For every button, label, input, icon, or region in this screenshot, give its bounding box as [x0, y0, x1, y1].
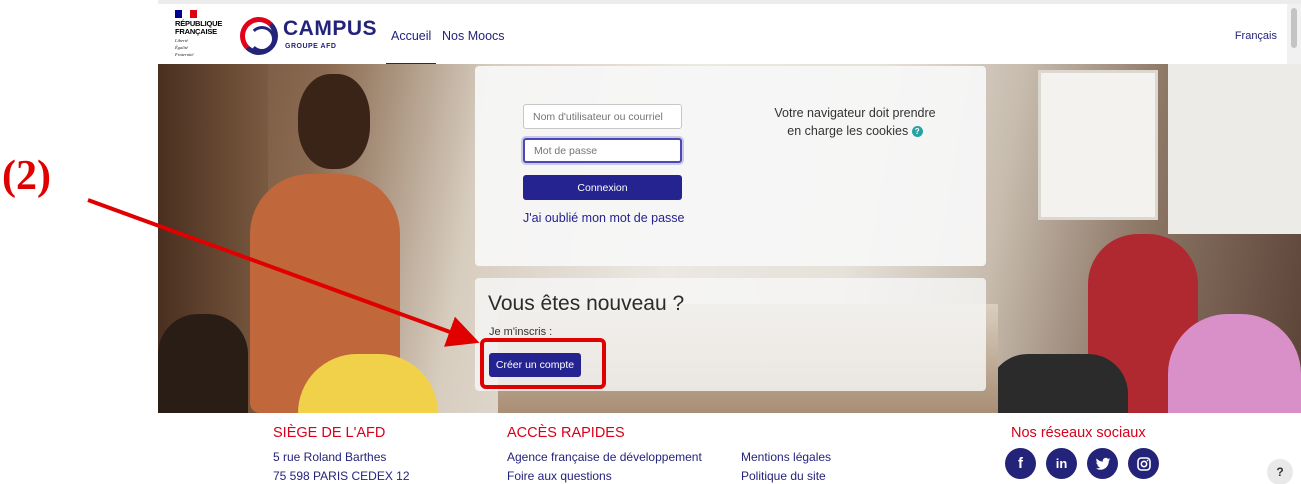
scrollbar[interactable] — [1287, 4, 1301, 64]
footer-address-line-2: 75 598 PARIS CEDEX 12 — [273, 469, 410, 483]
footer-social-title: Nos réseaux sociaux — [1011, 425, 1146, 441]
cookies-line-1: Votre navigateur doit prendre — [774, 106, 936, 120]
footer-acces-title: ACCÈS RAPIDES — [507, 425, 625, 441]
page: (2) RÉPUBLIQUE FRANÇAISE Liberté Égalité… — [0, 0, 1301, 484]
username-input[interactable] — [523, 104, 682, 129]
annotation-label: (2) — [2, 153, 51, 199]
photo-person-pink — [1168, 314, 1301, 413]
campus-brand-sub: GROUPE AFD — [285, 43, 337, 50]
republique-francaise-logo[interactable]: RÉPUBLIQUE FRANÇAISE Liberté Égalité Fra… — [175, 10, 231, 60]
footer-link-afd[interactable]: Agence française de développement — [507, 450, 702, 464]
site-footer: SIÈGE DE L'AFD 5 rue Roland Barthes 75 5… — [0, 413, 1301, 484]
footer-link-mentions[interactable]: Mentions légales — [741, 450, 831, 464]
cookies-line-2: en charge les cookies ? — [755, 122, 955, 140]
footer-link-politique[interactable]: Politique du site — [741, 469, 826, 483]
cookies-notice: Votre navigateur doit prendre en charge … — [755, 104, 955, 140]
nav-tab-accueil[interactable]: Accueil — [391, 29, 431, 43]
footer-link-faq[interactable]: Foire aux questions — [507, 469, 612, 483]
campus-brand-name: CAMPUS — [283, 17, 378, 40]
signup-title: Vous êtes nouveau ? — [488, 292, 685, 315]
rf-motto-2: Égalité — [175, 45, 188, 50]
campus-logo[interactable]: CAMPUS GROUPE AFD — [238, 13, 377, 57]
footer-siege-title: SIÈGE DE L'AFD — [273, 425, 386, 441]
annotation-highlight-box — [480, 338, 606, 389]
rf-name-line2: FRANÇAISE — [175, 27, 217, 36]
forgot-password-link[interactable]: J'ai oublié mon mot de passe — [523, 211, 685, 225]
login-button[interactable]: Connexion — [523, 175, 682, 200]
facebook-icon[interactable]: f — [1005, 448, 1036, 479]
photo-window — [1038, 70, 1158, 220]
footer-address-line-1: 5 rue Roland Barthes — [273, 450, 387, 464]
linkedin-icon[interactable]: in — [1046, 448, 1077, 479]
cookies-line-2-text: en charge les cookies — [787, 124, 909, 138]
language-selector[interactable]: Français — [1235, 30, 1277, 42]
rf-motto-3: Fraternité — [175, 52, 194, 57]
photo-window-right — [1168, 64, 1301, 234]
french-flag-icon — [175, 10, 197, 18]
help-icon[interactable]: ? — [911, 126, 923, 137]
photo-person-head — [298, 74, 370, 169]
photo-person-left — [158, 314, 248, 413]
photo-person-dark — [988, 354, 1128, 413]
help-button[interactable]: ? — [1267, 459, 1293, 484]
signup-subtitle: Je m'inscris : — [489, 326, 553, 338]
password-input[interactable] — [523, 138, 682, 163]
twitter-icon[interactable] — [1087, 448, 1118, 479]
site-header: RÉPUBLIQUE FRANÇAISE Liberté Égalité Fra… — [158, 0, 1301, 66]
instagram-icon[interactable] — [1128, 448, 1159, 479]
nav-tab-nos-moocs[interactable]: Nos Moocs — [442, 29, 505, 43]
campus-ring-icon — [240, 17, 278, 55]
login-card: Connexion J'ai oublié mon mot de passe V… — [475, 66, 986, 266]
rf-motto-1: Liberté — [175, 38, 188, 43]
